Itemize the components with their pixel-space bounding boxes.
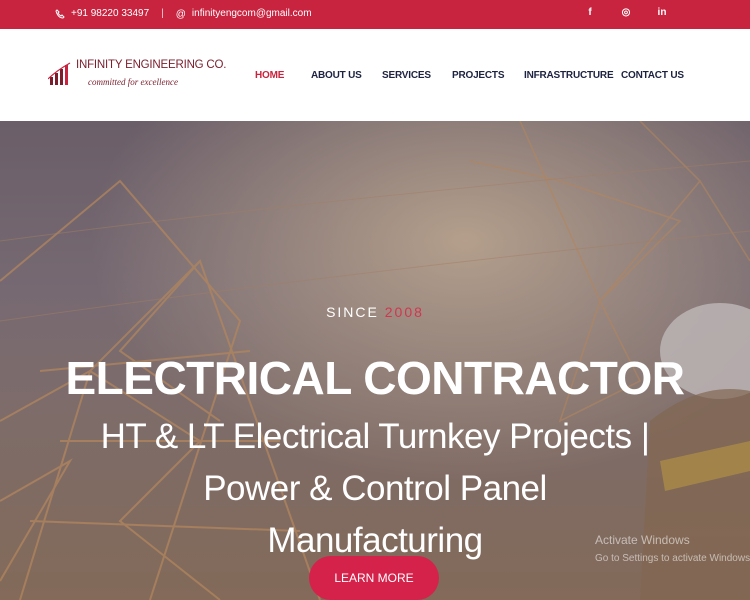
at-icon: @ xyxy=(175,8,186,20)
phone-icon xyxy=(55,8,65,19)
nav-contact-us[interactable]: CONTACT US xyxy=(621,70,684,81)
top-bar: +91 98220 33497 | @ infinityengcom@gmail… xyxy=(0,0,750,29)
since-label: SINCE xyxy=(326,304,379,320)
watermark-title: Activate Windows xyxy=(595,533,690,547)
instagram-icon[interactable]: ◎ xyxy=(608,7,644,18)
hero-banner: SINCE 2008 ELECTRICAL CONTRACTOR HT & LT… xyxy=(0,121,750,600)
site-header: INFINITY ENGINEERING CO. committed for e… xyxy=(0,29,750,121)
divider: | xyxy=(161,8,164,19)
since-year: 2008 xyxy=(384,304,424,320)
nav-projects[interactable]: PROJECTS xyxy=(452,70,505,81)
hero-since: SINCE 2008 xyxy=(0,304,750,320)
watermark-subtitle: Go to Settings to activate Windows. xyxy=(595,553,750,564)
hero-subtitle: HT & LT Electrical Turnkey Projects | Po… xyxy=(100,417,650,560)
facebook-icon[interactable]: f xyxy=(572,7,608,18)
linkedin-icon[interactable]: in xyxy=(644,7,680,18)
logo-bars-icon xyxy=(48,62,71,85)
phone-number[interactable]: +91 98220 33497 xyxy=(71,8,149,19)
logo-name: INFINITY ENGINEERING CO. xyxy=(76,59,227,71)
nav-about-us[interactable]: ABOUT US xyxy=(311,70,362,81)
social-links: f ◎ in xyxy=(572,7,680,18)
contact-info: +91 98220 33497 | @ infinityengcom@gmail… xyxy=(55,8,312,20)
activate-windows-watermark: Activate Windows Go to Settings to activ… xyxy=(595,533,750,564)
hero-title: ELECTRICAL CONTRACTOR xyxy=(65,352,685,404)
site-logo[interactable]: INFINITY ENGINEERING CO. committed for e… xyxy=(48,53,226,98)
nav-home[interactable]: HOME xyxy=(255,70,284,81)
nav-infrastructure[interactable]: INFRASTRUCTURE xyxy=(524,70,614,81)
email-link[interactable]: infinityengcom@gmail.com xyxy=(192,8,312,19)
learn-more-button[interactable]: LEARN MORE xyxy=(309,556,439,600)
logo-tagline: committed for excellence xyxy=(88,77,178,87)
nav-services[interactable]: SERVICES xyxy=(382,70,431,81)
